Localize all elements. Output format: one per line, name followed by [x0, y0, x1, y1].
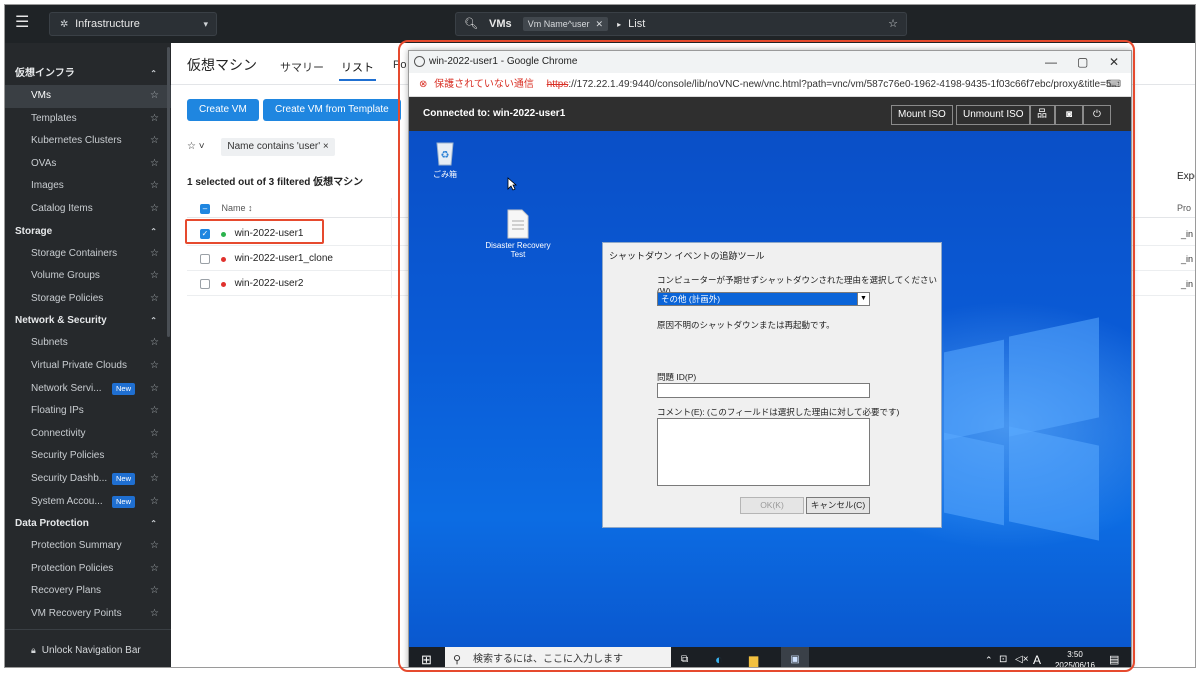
sidebar-item-storage-containers[interactable]: Storage Containers ☆ — [5, 243, 171, 266]
row-checkbox[interactable] — [200, 279, 210, 289]
new-badge: New — [112, 495, 136, 508]
new-badge: New — [112, 472, 136, 485]
sidebar-item-volume-groups[interactable]: Volume Groups ☆ — [5, 265, 171, 288]
chevron-up-icon: ⌃ — [150, 69, 157, 78]
status-dot-off — [220, 281, 226, 287]
sidebar-item-security-policies[interactable]: Security Policies ☆ — [5, 445, 171, 468]
star-icon[interactable]: ☆ — [888, 13, 898, 35]
column-header-right[interactable]: Pro — [1177, 203, 1191, 213]
sidebar-item-storage-policies[interactable]: Storage Policies ☆ — [5, 288, 171, 311]
row-extra: _in — [1181, 254, 1194, 264]
lock-icon: 🔒︎ — [31, 645, 36, 655]
star-icon[interactable]: ☆ — [150, 153, 159, 176]
sidebar-scroll[interactable]: 仮想インフラ ⌃ VMs ☆ Templates ☆ Kubernetes Clust… — [5, 43, 171, 625]
vm-name-link[interactable]: win-2022-user1_clone — [235, 253, 333, 264]
highlight-box — [185, 219, 324, 244]
hamburger-menu-icon[interactable]: ☰ — [15, 15, 29, 31]
sidebar-item-connectivity[interactable]: Connectivity ☆ — [5, 423, 171, 446]
sidebar-item-protection-policies[interactable]: Protection Policies ☆ — [5, 558, 171, 581]
sidebar-section-virtual-infra[interactable]: 仮想インフラ ⌃ — [5, 63, 171, 85]
sidebar-item-subnets[interactable]: Subnets ☆ — [5, 332, 171, 355]
search-scope: VMs — [489, 18, 512, 30]
star-filter-icon[interactable]: ☆ ˅ — [187, 138, 205, 156]
chevron-up-icon: ⌃ — [150, 316, 157, 326]
sidebar-item-vpc[interactable]: Virtual Private Clouds ☆ — [5, 355, 171, 378]
star-icon[interactable]: ☆ — [150, 580, 159, 603]
context-selector[interactable]: ✲ Infrastructure ▾ — [49, 12, 217, 36]
chevron-right-icon: ▸ — [617, 20, 622, 29]
search-filter-chip[interactable]: Vm Name^user ✕ — [522, 17, 609, 31]
sidebar-item-protection-summary[interactable]: Protection Summary ☆ — [5, 535, 171, 558]
sidebar-section-data-protection[interactable]: Data Protection ⌃ — [5, 513, 171, 535]
star-icon[interactable]: ☆ — [150, 198, 159, 221]
sidebar-item-vms[interactable]: VMs ☆ — [5, 85, 171, 108]
vm-name-link[interactable]: win-2022-user2 — [235, 278, 304, 289]
star-icon[interactable]: ☆ — [150, 423, 159, 446]
new-badge: New — [112, 382, 136, 395]
context-label: Infrastructure — [75, 18, 140, 30]
page-title: 仮想マシン — [187, 57, 257, 73]
filter-chip[interactable]: Name contains 'user' × — [221, 138, 335, 156]
chevron-up-icon: ⌃ — [150, 226, 157, 236]
sidebar-item-network-services[interactable]: Network Servi... New ☆ — [5, 378, 171, 401]
star-icon[interactable]: ☆ — [150, 468, 159, 491]
star-icon[interactable]: ☆ — [150, 603, 159, 625]
search-view: List — [628, 18, 646, 30]
star-icon[interactable]: ☆ — [150, 108, 159, 131]
star-icon[interactable]: ☆ — [150, 265, 159, 288]
star-icon[interactable]: ☆ — [150, 175, 159, 198]
sidebar-section-storage[interactable]: Storage ⌃ — [5, 221, 171, 243]
tab-summary[interactable]: サマリー — [280, 59, 324, 75]
select-all-checkbox[interactable]: – — [200, 203, 210, 214]
close-icon[interactable]: ✕ — [595, 19, 603, 29]
sidebar-item-catalog[interactable]: Catalog Items ☆ — [5, 198, 171, 221]
global-search[interactable]: 🔍︎ VMs Vm Name^user ✕ ▸ List ☆ — [455, 12, 907, 36]
highlight-box — [398, 40, 1135, 672]
create-vm-from-template-button[interactable]: Create VM from Template — [263, 99, 401, 121]
status-dot-off — [220, 256, 226, 262]
star-icon[interactable]: ☆ — [150, 288, 159, 311]
column-name-header[interactable]: Name — [222, 203, 246, 213]
sidebar-item-kubernetes[interactable]: Kubernetes Clusters ☆ — [5, 130, 171, 153]
star-icon[interactable]: ☆ — [150, 130, 159, 153]
create-vm-button[interactable]: Create VM — [187, 99, 259, 121]
row-extra: _in — [1181, 229, 1194, 239]
star-icon[interactable]: ☆ — [150, 85, 159, 108]
sort-icon[interactable]: ↕ — [248, 203, 253, 213]
star-icon[interactable]: ☆ — [150, 378, 159, 401]
star-icon[interactable]: ☆ — [150, 445, 159, 468]
filter-row: ☆ ˅ Name contains 'user' × — [187, 138, 335, 156]
export-button[interactable]: Expo — [1177, 171, 1195, 182]
sidebar-item-templates[interactable]: Templates ☆ — [5, 108, 171, 131]
chevron-down-icon: ▾ — [203, 19, 208, 29]
sidebar-item-vm-recovery-points[interactable]: VM Recovery Points ☆ — [5, 603, 171, 625]
search-icon: 🔍︎ — [464, 18, 478, 30]
close-icon[interactable]: × — [323, 141, 329, 152]
star-icon[interactable]: ☆ — [150, 558, 159, 581]
row-checkbox[interactable] — [200, 254, 210, 264]
sidebar-section-network[interactable]: Network & Security ⌃ — [5, 310, 171, 332]
star-icon[interactable]: ☆ — [150, 243, 159, 266]
star-icon[interactable]: ☆ — [150, 400, 159, 423]
infrastructure-icon: ✲ — [60, 19, 69, 30]
sidebar: 仮想インフラ ⌃ VMs ☆ Templates ☆ Kubernetes Clust… — [5, 43, 171, 667]
sidebar-item-images[interactable]: Images ☆ — [5, 175, 171, 198]
unlock-nav-button[interactable]: 🔒︎ Unlock Navigation Bar — [5, 629, 171, 667]
sidebar-scrollbar[interactable] — [167, 47, 170, 337]
sidebar-item-recovery-plans[interactable]: Recovery Plans ☆ — [5, 580, 171, 603]
tab-list[interactable]: リスト — [339, 59, 376, 81]
star-icon[interactable]: ☆ — [150, 535, 159, 558]
star-icon[interactable]: ☆ — [150, 355, 159, 378]
sidebar-item-floating-ips[interactable]: Floating IPs ☆ — [5, 400, 171, 423]
top-bar: ☰ ✲ Infrastructure ▾ 🔍︎ VMs Vm Name^user… — [5, 5, 1195, 43]
sidebar-item-system-accounts[interactable]: System Accou... New ☆ — [5, 491, 171, 514]
chevron-up-icon: ⌃ — [150, 519, 157, 529]
sidebar-item-security-dashboard[interactable]: Security Dashb... New ☆ — [5, 468, 171, 491]
star-icon[interactable]: ☆ — [150, 332, 159, 355]
star-icon[interactable]: ☆ — [150, 491, 159, 514]
sidebar-item-ovas[interactable]: OVAs ☆ — [5, 153, 171, 176]
row-extra: _in — [1181, 279, 1194, 289]
selection-summary: 1 selected out of 3 filtered 仮想マシン — [187, 177, 364, 188]
